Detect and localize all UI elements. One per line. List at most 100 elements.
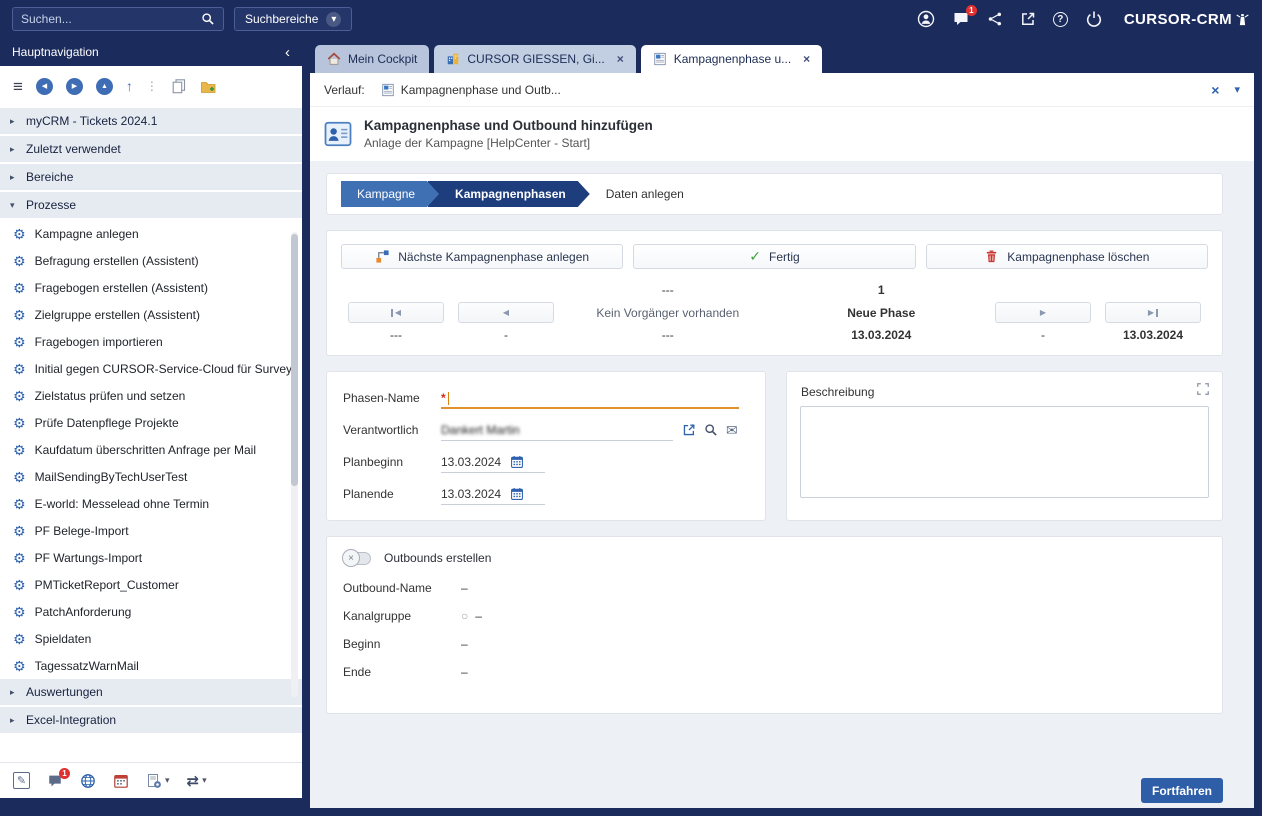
plan-end-value: 13.03.2024: [441, 487, 501, 501]
phase-name-input[interactable]: *: [441, 387, 739, 409]
process-item[interactable]: ⚙PMTicketReport_Customer: [0, 571, 302, 598]
gear-icon: ⚙: [13, 632, 26, 646]
search-icon[interactable]: [201, 12, 215, 26]
sidebar-section-excel[interactable]: ▸Excel-Integration: [0, 707, 302, 733]
channel-group-label: Kanalgruppe: [343, 609, 461, 623]
process-item[interactable]: ⚙E-world: Messelead ohne Termin: [0, 490, 302, 517]
search-scopes-button[interactable]: Suchbereiche ▾: [234, 7, 352, 31]
close-icon[interactable]: ×: [1211, 82, 1219, 98]
scrollbar-thumb[interactable]: [291, 234, 298, 486]
close-icon[interactable]: ×: [617, 52, 624, 66]
wizard-step-kampagnenphasen[interactable]: Kampagnenphasen: [428, 181, 590, 207]
account-button[interactable]: [917, 10, 935, 28]
process-item[interactable]: ⚙Kaufdatum überschritten Anfrage per Mai…: [0, 436, 302, 463]
web-search-button[interactable]: [80, 773, 96, 789]
first-phase-button[interactable]: ◀: [348, 302, 444, 323]
plan-start-input[interactable]: 13.03.2024: [441, 451, 545, 473]
process-item[interactable]: ⚙Zielstatus prüfen und setzen: [0, 382, 302, 409]
process-item[interactable]: ⚙Fragebogen erstellen (Assistent): [0, 274, 302, 301]
question-icon: ?: [1053, 12, 1068, 27]
calendar-icon[interactable]: [510, 455, 524, 469]
outbound-toggle[interactable]: ×: [343, 552, 371, 565]
global-search[interactable]: [12, 7, 224, 31]
process-item-label: Zielgruppe erstellen (Assistent): [35, 308, 200, 322]
process-item[interactable]: ⚙Kampagne anlegen: [0, 220, 302, 247]
nav-forward-button[interactable]: ▶: [66, 78, 83, 95]
sidebar-section-processes[interactable]: ▾Prozesse: [0, 192, 302, 218]
calendar-button[interactable]: [113, 773, 129, 789]
wizard-step-daten-anlegen[interactable]: Daten anlegen: [579, 181, 708, 207]
responsible-input[interactable]: Dankert Martin: [441, 419, 673, 441]
new-folder-button[interactable]: [200, 78, 216, 94]
brand-text: CURSOR-CRM: [1124, 11, 1232, 28]
external-link-icon: [682, 423, 696, 437]
sync-icon: ⇄: [187, 772, 200, 790]
sync-button[interactable]: ⇄ ▾: [187, 772, 207, 790]
copy-button[interactable]: [171, 78, 187, 94]
continue-button[interactable]: Fortfahren: [1141, 778, 1223, 803]
search-input[interactable]: [21, 12, 195, 26]
notifications-button[interactable]: 1: [952, 10, 970, 28]
process-item-label: Spieldaten: [35, 632, 92, 646]
tab-mein-cockpit[interactable]: Mein Cockpit: [315, 45, 429, 73]
sidebar-section-reports[interactable]: ▸Auswertungen: [0, 679, 302, 705]
history-item[interactable]: Kampagnenphase und Outb...: [381, 83, 561, 97]
process-item[interactable]: ⚙Befragung erstellen (Assistent): [0, 247, 302, 274]
next-phase-button[interactable]: Nächste Kampagnenphase anlegen: [341, 244, 623, 269]
process-item[interactable]: ⚙PF Belege-Import: [0, 517, 302, 544]
process-item[interactable]: ⚙Prüfe Datenpflege Projekte: [0, 409, 302, 436]
logout-button[interactable]: [1085, 10, 1103, 28]
delete-phase-button[interactable]: Kampagnenphase löschen: [926, 244, 1208, 269]
menu-icon[interactable]: ≡: [13, 78, 23, 95]
phase-panel: Nächste Kampagnenphase anlegen ✓ Fertig …: [326, 230, 1223, 356]
open-record-button[interactable]: [682, 423, 696, 437]
help-button[interactable]: ?: [1053, 12, 1068, 27]
copy-icon: [171, 78, 187, 94]
process-item[interactable]: ⚙TagessatzWarnMail: [0, 652, 302, 679]
next-phase-nav-button[interactable]: ▶: [995, 302, 1091, 323]
send-mail-button[interactable]: ✉: [726, 423, 738, 437]
radio-icon[interactable]: ○: [461, 610, 468, 622]
nav-back-button[interactable]: ◀: [36, 78, 53, 95]
messages-button[interactable]: 1: [47, 773, 63, 789]
sidebar-section-areas[interactable]: ▸Bereiche: [0, 164, 302, 190]
process-item-label: PMTicketReport_Customer: [35, 578, 179, 592]
process-item[interactable]: ⚙Fragebogen importieren: [0, 328, 302, 355]
process-item[interactable]: ⚙MailSendingByTechUserTest: [0, 463, 302, 490]
required-marker: *: [441, 391, 446, 405]
done-button[interactable]: ✓ Fertig: [633, 244, 915, 269]
bar-icon: [1156, 309, 1158, 317]
last-phase-button[interactable]: ▶: [1105, 302, 1201, 323]
description-textarea[interactable]: [800, 406, 1209, 498]
process-item[interactable]: ⚙Zielgruppe erstellen (Assistent): [0, 301, 302, 328]
sidebar-section-mycrm[interactable]: ▸myCRM - Tickets 2024.1: [0, 108, 302, 134]
close-icon[interactable]: ×: [803, 52, 810, 66]
last-phase-date: 13.03.2024: [1123, 328, 1183, 342]
process-item[interactable]: ⚙PatchAnforderung: [0, 598, 302, 625]
lookup-button[interactable]: [704, 423, 718, 437]
calendar-icon[interactable]: [510, 487, 524, 501]
expand-icon[interactable]: [1196, 382, 1210, 396]
chevron-down-icon[interactable]: ▾: [1234, 83, 1240, 96]
gear-icon: ⚙: [13, 470, 26, 484]
process-item[interactable]: ⚙PF Wartungs-Import: [0, 544, 302, 571]
outbound-name-label: Outbound-Name: [343, 581, 461, 595]
wizard-step-kampagne[interactable]: Kampagne: [341, 181, 439, 207]
process-item[interactable]: ⚙Initial gegen CURSOR-Service-Cloud für …: [0, 355, 302, 382]
open-external-button[interactable]: [1020, 11, 1036, 27]
edit-button[interactable]: ✎: [13, 772, 30, 789]
collapse-sidebar-icon[interactable]: ‹: [285, 45, 290, 60]
tab-cursor-giessen[interactable]: CURSOR GIESSEN, Gi... ×: [434, 45, 635, 73]
arrow-right-icon: ▶: [1148, 309, 1154, 317]
sidebar-section-recent[interactable]: ▸Zuletzt verwendet: [0, 136, 302, 162]
process-item[interactable]: ⚙ Spieldaten: [0, 625, 302, 652]
previous-phase-button[interactable]: ◀: [458, 302, 554, 323]
nav-up-button[interactable]: ▲: [96, 78, 113, 95]
button-label: Nächste Kampagnenphase anlegen: [398, 250, 589, 264]
share-button[interactable]: [987, 11, 1003, 27]
sidebar-title: Hauptnavigation: [12, 45, 99, 59]
document-settings-button[interactable]: ▾: [146, 773, 170, 789]
move-up-icon[interactable]: ↑: [126, 78, 133, 94]
plan-end-input[interactable]: 13.03.2024: [441, 483, 545, 505]
tab-kampagnenphase[interactable]: Kampagnenphase u... ×: [641, 45, 822, 73]
